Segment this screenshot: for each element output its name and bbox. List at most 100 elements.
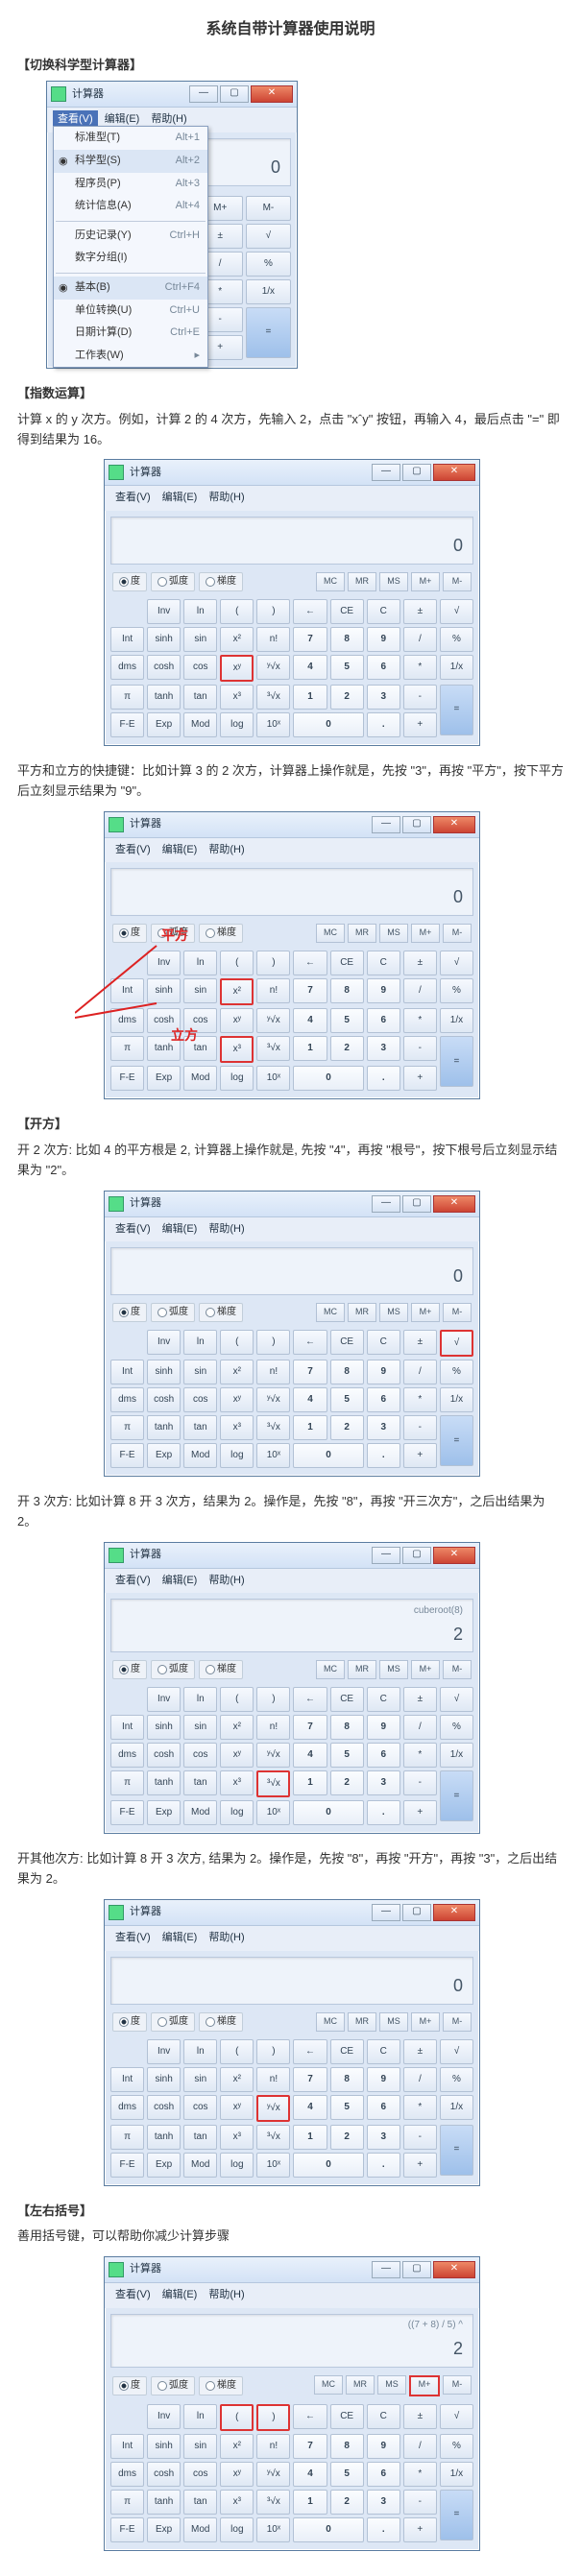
- key-Exp[interactable]: Exp: [147, 712, 181, 737]
- menu-item[interactable]: 统计信息(A)Alt+4: [54, 195, 207, 218]
- radio-deg[interactable]: 度: [112, 1303, 147, 1322]
- key-xʸ[interactable]: xʸ: [220, 1387, 254, 1412]
- key-4[interactable]: 4: [293, 2462, 327, 2487]
- key-±[interactable]: ±: [403, 599, 437, 624]
- key-.[interactable]: .: [367, 1443, 400, 1468]
- key-1/x[interactable]: 1/x: [440, 2462, 473, 2487]
- key-←[interactable]: ←: [293, 951, 327, 975]
- key-mminus[interactable]: M-: [246, 196, 291, 221]
- key-1/x[interactable]: 1/x: [440, 655, 473, 680]
- key-Exp[interactable]: Exp: [147, 1443, 181, 1468]
- key-eq[interactable]: =: [440, 2490, 473, 2540]
- key-Inv[interactable]: Inv: [147, 2404, 181, 2429]
- key-ms[interactable]: MS: [379, 924, 408, 943]
- key-0[interactable]: 0: [293, 1443, 363, 1468]
- radio-grad[interactable]: 梯度: [199, 2376, 243, 2395]
- key-2[interactable]: 2: [330, 685, 364, 710]
- key-*[interactable]: *: [403, 1743, 437, 1768]
- key-eq[interactable]: =: [246, 307, 291, 358]
- key-CE[interactable]: CE: [330, 599, 364, 624]
- key-cos[interactable]: cos: [183, 1743, 217, 1768]
- key-8[interactable]: 8: [330, 627, 364, 652]
- key-*[interactable]: *: [403, 2462, 437, 2487]
- key-←[interactable]: ←: [293, 2039, 327, 2064]
- key-x³[interactable]: x³: [220, 685, 254, 710]
- key-%[interactable]: %: [440, 627, 473, 652]
- radio-rad[interactable]: 弧度: [151, 1303, 195, 1322]
- key-/[interactable]: /: [403, 1360, 437, 1384]
- key-tanh[interactable]: tanh: [147, 685, 181, 710]
- key-Mod[interactable]: Mod: [183, 1443, 217, 1468]
- key-³√x[interactable]: ³√x: [256, 1415, 290, 1440]
- key-1/x[interactable]: 1/x: [440, 2095, 473, 2120]
- menu-edit[interactable]: 编辑(E): [157, 2286, 203, 2305]
- key-%[interactable]: %: [440, 2067, 473, 2092]
- key-ln[interactable]: ln: [183, 1687, 217, 1712]
- key-xʸ[interactable]: xʸ: [220, 2462, 254, 2487]
- key-cosh[interactable]: cosh: [147, 2095, 181, 2120]
- minimize-button[interactable]: —: [372, 1547, 400, 1564]
- key-mplus[interactable]: M+: [411, 1303, 440, 1322]
- key-xʸ[interactable]: xʸ: [220, 1008, 254, 1033]
- radio-rad[interactable]: 弧度: [151, 2376, 195, 2395]
- key-sinh[interactable]: sinh: [147, 2067, 181, 2092]
- key-x³[interactable]: x³: [220, 1036, 254, 1063]
- key-cos[interactable]: cos: [183, 655, 217, 680]
- key-mminus[interactable]: M-: [443, 2012, 472, 2032]
- key-+[interactable]: +: [403, 712, 437, 737]
- menu-help[interactable]: 帮助(H): [204, 1220, 249, 1240]
- radio-rad[interactable]: 弧度: [151, 1660, 195, 1679]
- key-*[interactable]: *: [403, 655, 437, 680]
- key-0[interactable]: 0: [293, 1800, 363, 1825]
- key-+[interactable]: +: [403, 2517, 437, 2542]
- key-x²[interactable]: x²: [220, 2434, 254, 2459]
- key-ln[interactable]: ln: [183, 1330, 217, 1355]
- key-F-E[interactable]: F-E: [110, 1443, 144, 1468]
- menu-help[interactable]: 帮助(H): [204, 841, 249, 860]
- key--[interactable]: -: [403, 1036, 437, 1061]
- key-³√x[interactable]: ³√x: [256, 685, 290, 710]
- key-ʸ√x[interactable]: ʸ√x: [256, 655, 290, 680]
- key-n![interactable]: n!: [256, 978, 290, 1003]
- key-+[interactable]: +: [403, 2153, 437, 2178]
- key-cos[interactable]: cos: [183, 1387, 217, 1412]
- key-←[interactable]: ←: [293, 1687, 327, 1712]
- close-button[interactable]: ✕: [433, 1547, 475, 1564]
- key-mr[interactable]: MR: [348, 1660, 376, 1679]
- key-x²[interactable]: x²: [220, 2067, 254, 2092]
- key-mc[interactable]: MC: [316, 1303, 345, 1322]
- key-5[interactable]: 5: [330, 1008, 364, 1033]
- key-9[interactable]: 9: [367, 1715, 400, 1740]
- key-8[interactable]: 8: [330, 2434, 364, 2459]
- key-x³[interactable]: x³: [220, 2490, 254, 2515]
- key-7[interactable]: 7: [293, 2067, 327, 2092]
- key-n![interactable]: n!: [256, 1715, 290, 1740]
- key-π[interactable]: π: [110, 685, 144, 710]
- key-%[interactable]: %: [440, 1715, 473, 1740]
- key-log[interactable]: log: [220, 1443, 254, 1468]
- key-F-E[interactable]: F-E: [110, 1800, 144, 1825]
- key-Inv[interactable]: Inv: [147, 1330, 181, 1355]
- key-5[interactable]: 5: [330, 1743, 364, 1768]
- key-dms[interactable]: dms: [110, 655, 144, 680]
- key-3[interactable]: 3: [367, 1415, 400, 1440]
- minimize-button[interactable]: —: [372, 1195, 400, 1213]
- key-sin[interactable]: sin: [183, 627, 217, 652]
- key-CE[interactable]: CE: [330, 1687, 364, 1712]
- key-π[interactable]: π: [110, 2125, 144, 2150]
- key-mc[interactable]: MC: [314, 2375, 343, 2395]
- key-1/x[interactable]: 1/x: [440, 1387, 473, 1412]
- key-*[interactable]: *: [403, 2095, 437, 2120]
- key-Int[interactable]: Int: [110, 627, 144, 652]
- key-10ˣ[interactable]: 10ˣ: [256, 712, 290, 737]
- key-³√x[interactable]: ³√x: [256, 1036, 290, 1061]
- key-9[interactable]: 9: [367, 1360, 400, 1384]
- key-rparen[interactable]: ): [256, 599, 290, 624]
- key-8[interactable]: 8: [330, 1360, 364, 1384]
- key-ms[interactable]: MS: [379, 1303, 408, 1322]
- key-±[interactable]: ±: [403, 951, 437, 975]
- key--[interactable]: -: [403, 2490, 437, 2515]
- key-sin[interactable]: sin: [183, 978, 217, 1003]
- maximize-button[interactable]: ▢: [402, 1195, 431, 1213]
- key-dms[interactable]: dms: [110, 1387, 144, 1412]
